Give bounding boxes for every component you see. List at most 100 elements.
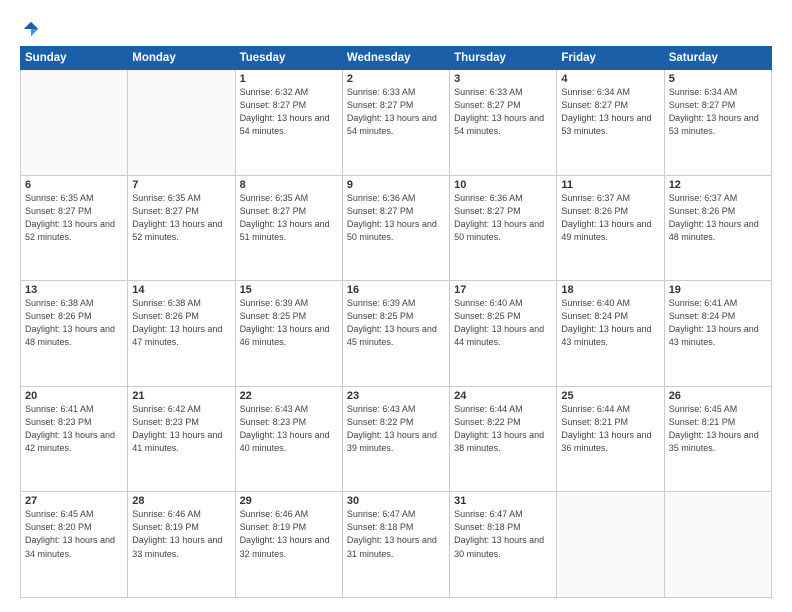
day-info: Sunrise: 6:35 AMSunset: 8:27 PMDaylight:… [240, 192, 338, 244]
weekday-header: Sunday [21, 47, 128, 70]
day-number: 27 [25, 495, 123, 507]
day-info: Sunrise: 6:45 AMSunset: 8:21 PMDaylight:… [669, 403, 767, 455]
day-number: 29 [240, 495, 338, 507]
day-info: Sunrise: 6:33 AMSunset: 8:27 PMDaylight:… [347, 86, 445, 138]
logo-icon [22, 20, 40, 38]
day-info: Sunrise: 6:39 AMSunset: 8:25 PMDaylight:… [240, 297, 338, 349]
day-info: Sunrise: 6:35 AMSunset: 8:27 PMDaylight:… [132, 192, 230, 244]
day-info: Sunrise: 6:45 AMSunset: 8:20 PMDaylight:… [25, 508, 123, 560]
calendar-cell: 5Sunrise: 6:34 AMSunset: 8:27 PMDaylight… [664, 70, 771, 176]
day-number: 10 [454, 179, 552, 191]
day-number: 24 [454, 390, 552, 402]
day-number: 21 [132, 390, 230, 402]
day-number: 30 [347, 495, 445, 507]
day-info: Sunrise: 6:40 AMSunset: 8:24 PMDaylight:… [561, 297, 659, 349]
day-number: 5 [669, 73, 767, 85]
calendar-cell: 1Sunrise: 6:32 AMSunset: 8:27 PMDaylight… [235, 70, 342, 176]
day-info: Sunrise: 6:44 AMSunset: 8:22 PMDaylight:… [454, 403, 552, 455]
day-number: 7 [132, 179, 230, 191]
calendar-cell: 17Sunrise: 6:40 AMSunset: 8:25 PMDayligh… [450, 281, 557, 387]
day-number: 6 [25, 179, 123, 191]
day-info: Sunrise: 6:36 AMSunset: 8:27 PMDaylight:… [347, 192, 445, 244]
day-info: Sunrise: 6:34 AMSunset: 8:27 PMDaylight:… [669, 86, 767, 138]
day-info: Sunrise: 6:33 AMSunset: 8:27 PMDaylight:… [454, 86, 552, 138]
calendar-cell: 13Sunrise: 6:38 AMSunset: 8:26 PMDayligh… [21, 281, 128, 387]
calendar-cell: 10Sunrise: 6:36 AMSunset: 8:27 PMDayligh… [450, 175, 557, 281]
day-info: Sunrise: 6:37 AMSunset: 8:26 PMDaylight:… [561, 192, 659, 244]
weekday-header: Friday [557, 47, 664, 70]
calendar-cell: 15Sunrise: 6:39 AMSunset: 8:25 PMDayligh… [235, 281, 342, 387]
calendar-cell: 25Sunrise: 6:44 AMSunset: 8:21 PMDayligh… [557, 386, 664, 492]
calendar-cell: 30Sunrise: 6:47 AMSunset: 8:18 PMDayligh… [342, 492, 449, 598]
calendar-cell: 22Sunrise: 6:43 AMSunset: 8:23 PMDayligh… [235, 386, 342, 492]
calendar-cell: 23Sunrise: 6:43 AMSunset: 8:22 PMDayligh… [342, 386, 449, 492]
day-number: 9 [347, 179, 445, 191]
weekday-header: Wednesday [342, 47, 449, 70]
calendar-cell: 12Sunrise: 6:37 AMSunset: 8:26 PMDayligh… [664, 175, 771, 281]
day-number: 12 [669, 179, 767, 191]
calendar-cell: 28Sunrise: 6:46 AMSunset: 8:19 PMDayligh… [128, 492, 235, 598]
day-info: Sunrise: 6:41 AMSunset: 8:23 PMDaylight:… [25, 403, 123, 455]
calendar-cell: 6Sunrise: 6:35 AMSunset: 8:27 PMDaylight… [21, 175, 128, 281]
calendar-cell [128, 70, 235, 176]
day-number: 13 [25, 284, 123, 296]
day-info: Sunrise: 6:47 AMSunset: 8:18 PMDaylight:… [454, 508, 552, 560]
day-number: 20 [25, 390, 123, 402]
day-info: Sunrise: 6:39 AMSunset: 8:25 PMDaylight:… [347, 297, 445, 349]
day-number: 28 [132, 495, 230, 507]
calendar-cell [557, 492, 664, 598]
day-info: Sunrise: 6:38 AMSunset: 8:26 PMDaylight:… [132, 297, 230, 349]
calendar-table: SundayMondayTuesdayWednesdayThursdayFrid… [20, 46, 772, 598]
calendar-cell: 11Sunrise: 6:37 AMSunset: 8:26 PMDayligh… [557, 175, 664, 281]
day-number: 2 [347, 73, 445, 85]
logo [20, 18, 40, 38]
day-info: Sunrise: 6:42 AMSunset: 8:23 PMDaylight:… [132, 403, 230, 455]
day-number: 8 [240, 179, 338, 191]
calendar-cell: 21Sunrise: 6:42 AMSunset: 8:23 PMDayligh… [128, 386, 235, 492]
day-info: Sunrise: 6:41 AMSunset: 8:24 PMDaylight:… [669, 297, 767, 349]
calendar-cell: 4Sunrise: 6:34 AMSunset: 8:27 PMDaylight… [557, 70, 664, 176]
calendar-cell: 27Sunrise: 6:45 AMSunset: 8:20 PMDayligh… [21, 492, 128, 598]
day-number: 22 [240, 390, 338, 402]
day-number: 25 [561, 390, 659, 402]
calendar-cell: 9Sunrise: 6:36 AMSunset: 8:27 PMDaylight… [342, 175, 449, 281]
day-info: Sunrise: 6:35 AMSunset: 8:27 PMDaylight:… [25, 192, 123, 244]
calendar-cell: 26Sunrise: 6:45 AMSunset: 8:21 PMDayligh… [664, 386, 771, 492]
calendar-cell: 3Sunrise: 6:33 AMSunset: 8:27 PMDaylight… [450, 70, 557, 176]
weekday-header: Monday [128, 47, 235, 70]
day-info: Sunrise: 6:37 AMSunset: 8:26 PMDaylight:… [669, 192, 767, 244]
page: SundayMondayTuesdayWednesdayThursdayFrid… [0, 0, 792, 612]
calendar-cell: 29Sunrise: 6:46 AMSunset: 8:19 PMDayligh… [235, 492, 342, 598]
calendar-cell [21, 70, 128, 176]
weekday-header: Tuesday [235, 47, 342, 70]
calendar-cell: 19Sunrise: 6:41 AMSunset: 8:24 PMDayligh… [664, 281, 771, 387]
day-number: 26 [669, 390, 767, 402]
day-number: 14 [132, 284, 230, 296]
day-number: 19 [669, 284, 767, 296]
weekday-header: Saturday [664, 47, 771, 70]
calendar-cell: 2Sunrise: 6:33 AMSunset: 8:27 PMDaylight… [342, 70, 449, 176]
day-info: Sunrise: 6:38 AMSunset: 8:26 PMDaylight:… [25, 297, 123, 349]
calendar-cell: 20Sunrise: 6:41 AMSunset: 8:23 PMDayligh… [21, 386, 128, 492]
day-info: Sunrise: 6:32 AMSunset: 8:27 PMDaylight:… [240, 86, 338, 138]
day-info: Sunrise: 6:43 AMSunset: 8:23 PMDaylight:… [240, 403, 338, 455]
calendar-cell: 7Sunrise: 6:35 AMSunset: 8:27 PMDaylight… [128, 175, 235, 281]
day-number: 16 [347, 284, 445, 296]
day-info: Sunrise: 6:46 AMSunset: 8:19 PMDaylight:… [132, 508, 230, 560]
day-number: 31 [454, 495, 552, 507]
day-info: Sunrise: 6:34 AMSunset: 8:27 PMDaylight:… [561, 86, 659, 138]
day-info: Sunrise: 6:43 AMSunset: 8:22 PMDaylight:… [347, 403, 445, 455]
day-number: 11 [561, 179, 659, 191]
calendar-cell: 31Sunrise: 6:47 AMSunset: 8:18 PMDayligh… [450, 492, 557, 598]
day-info: Sunrise: 6:47 AMSunset: 8:18 PMDaylight:… [347, 508, 445, 560]
day-number: 4 [561, 73, 659, 85]
day-info: Sunrise: 6:46 AMSunset: 8:19 PMDaylight:… [240, 508, 338, 560]
day-info: Sunrise: 6:44 AMSunset: 8:21 PMDaylight:… [561, 403, 659, 455]
calendar-cell: 14Sunrise: 6:38 AMSunset: 8:26 PMDayligh… [128, 281, 235, 387]
day-number: 15 [240, 284, 338, 296]
day-number: 1 [240, 73, 338, 85]
day-number: 17 [454, 284, 552, 296]
calendar-cell: 16Sunrise: 6:39 AMSunset: 8:25 PMDayligh… [342, 281, 449, 387]
weekday-header: Thursday [450, 47, 557, 70]
day-number: 3 [454, 73, 552, 85]
